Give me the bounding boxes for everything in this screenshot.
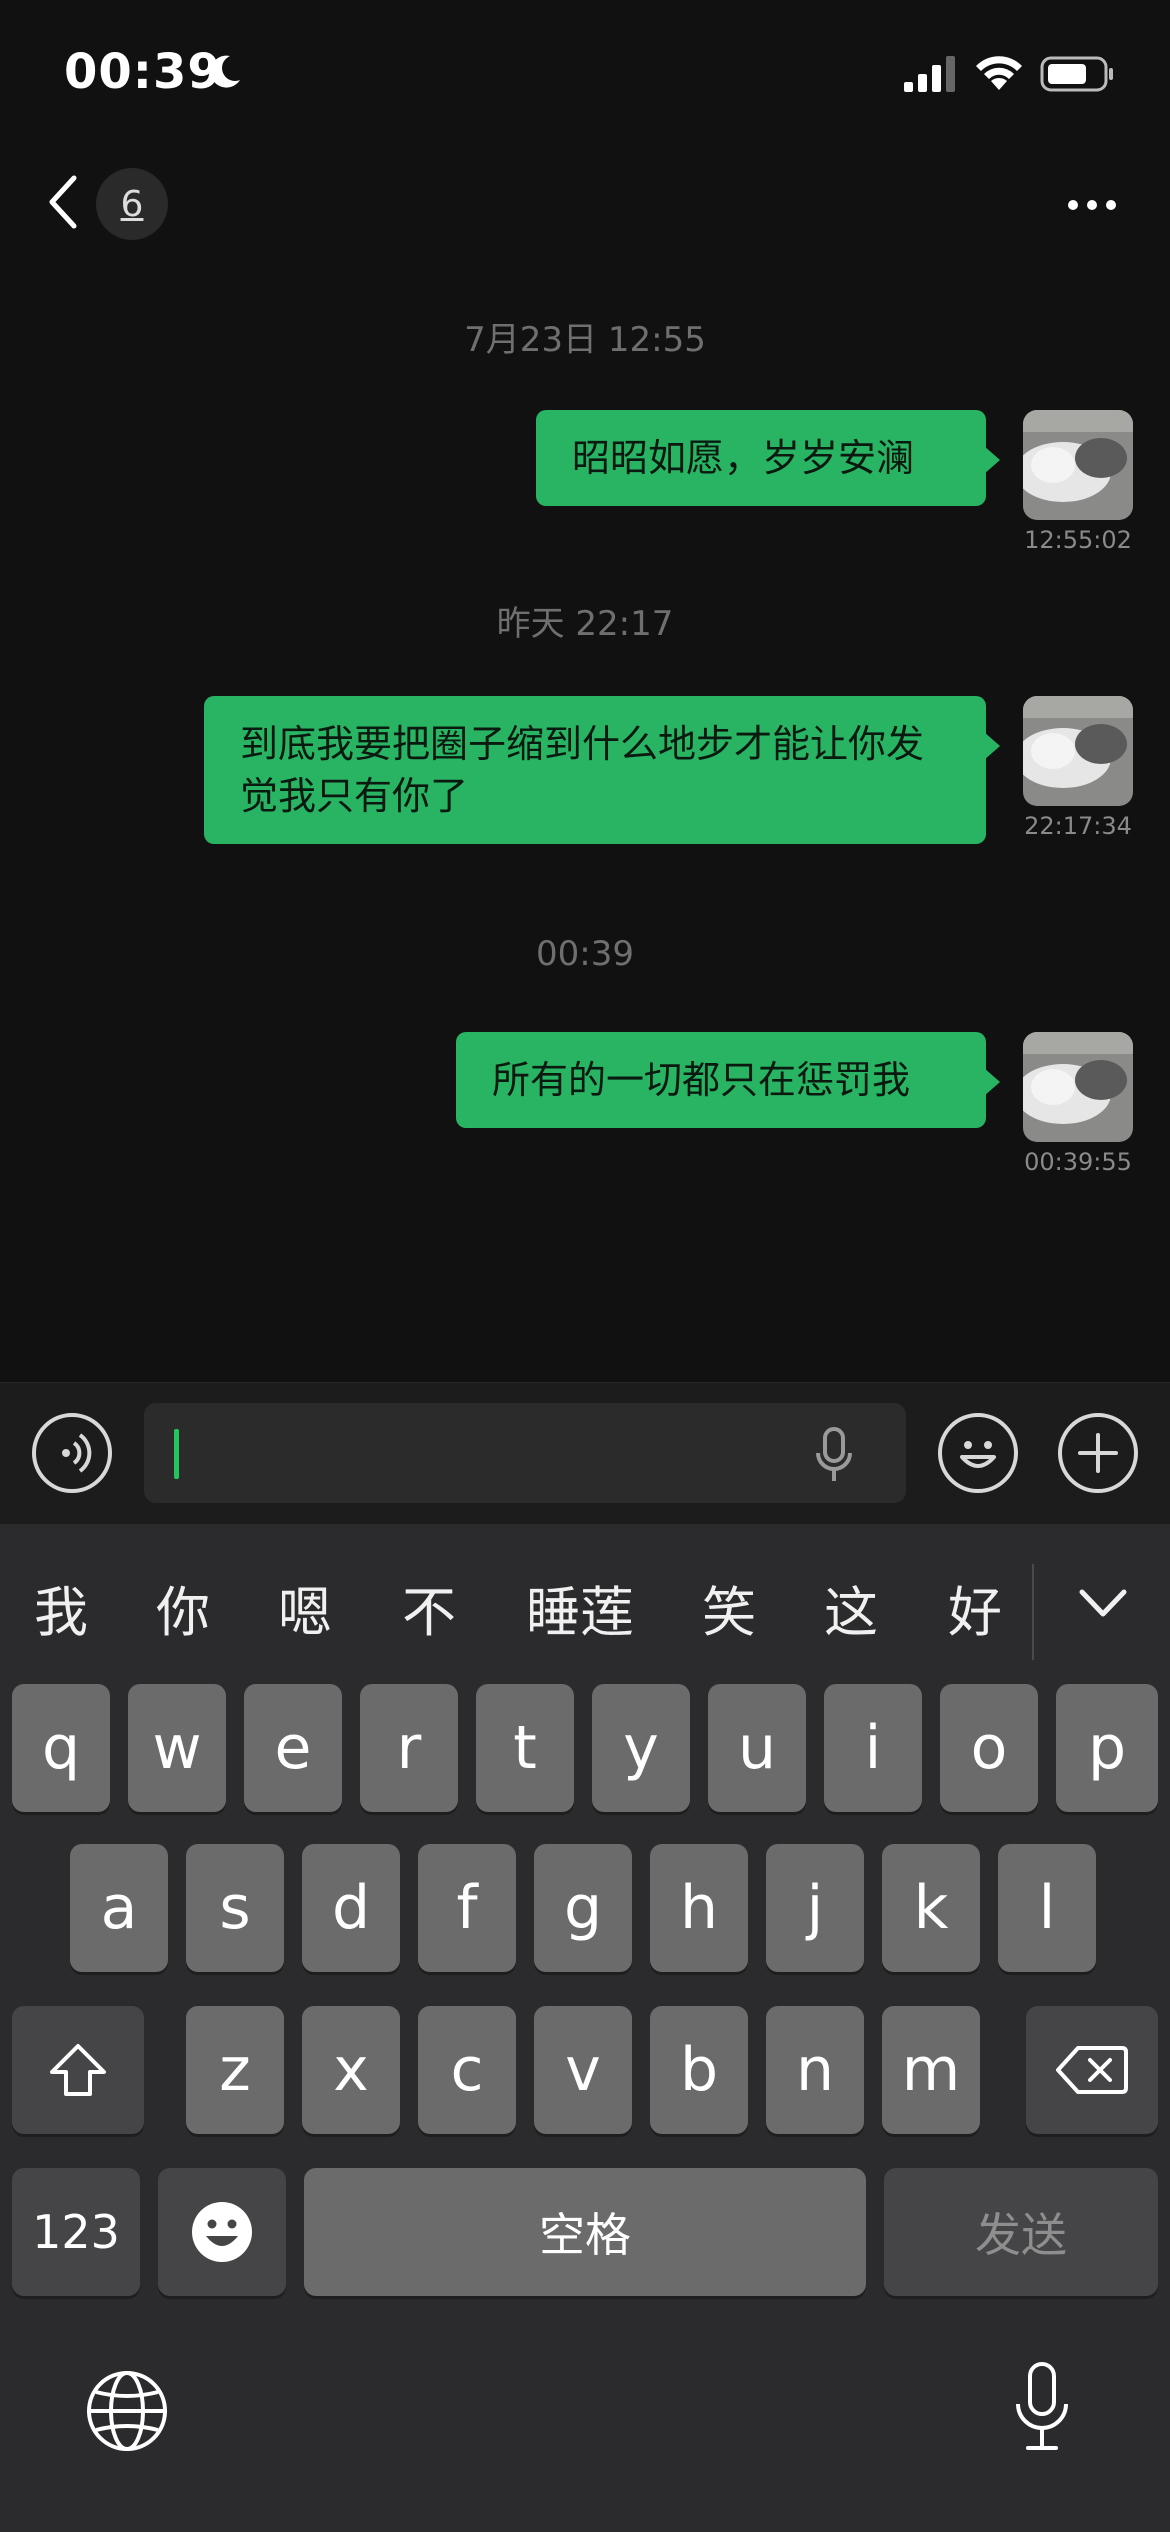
message-row: 到底我要把圈子缩到什么地步才能让你发觉我只有你了 22:17:34 <box>204 696 1134 844</box>
emoji-icon <box>960 1441 996 1468</box>
key-x[interactable]: x <box>302 2006 400 2134</box>
message-bubble[interactable]: 所有的一切都只在惩罚我 <box>456 1032 1000 1128</box>
key-a[interactable]: a <box>70 1844 168 1972</box>
avatar[interactable] <box>1023 410 1133 520</box>
microphone-icon[interactable] <box>1010 2360 1074 2460</box>
candidate-word[interactable]: 你 <box>156 1568 210 1647</box>
delete-key[interactable] <box>1026 2006 1158 2134</box>
status-bar: 00:39 <box>0 0 1170 150</box>
key-j[interactable]: j <box>766 1844 864 1972</box>
key-d[interactable]: d <box>302 1844 400 1972</box>
message-row: 所有的一切都只在惩罚我 00:39:55 <box>456 1032 1134 1176</box>
message-bubble[interactable]: 昭昭如愿，岁岁安澜 <box>536 410 1000 506</box>
key-i[interactable]: i <box>824 1684 922 1812</box>
candidate-word[interactable]: 嗯 <box>278 1568 332 1647</box>
candidate-word[interactable]: 睡莲 <box>526 1568 634 1647</box>
key-g[interactable]: g <box>534 1844 632 1972</box>
message-input[interactable] <box>144 1403 906 1503</box>
avatar[interactable] <box>1023 696 1133 806</box>
key-f[interactable]: f <box>418 1844 516 1972</box>
backspace-icon <box>1056 2046 1128 2094</box>
globe-icon[interactable] <box>84 2368 170 2454</box>
key-p[interactable]: p <box>1056 1684 1158 1812</box>
emoji-icon <box>192 2202 252 2262</box>
key-w[interactable]: w <box>128 1684 226 1812</box>
time-separator: 00:39 <box>536 934 634 974</box>
candidate-word[interactable]: 不 <box>402 1568 456 1647</box>
emoji-button[interactable] <box>938 1413 1018 1493</box>
message-list[interactable]: 7月23日 12:55 昭昭如愿，岁岁安澜 12:55:02 昨天 22:17 … <box>0 270 1170 1380</box>
plus-icon <box>1078 1433 1118 1473</box>
message-row: 昭昭如愿，岁岁安澜 12:55:02 <box>536 410 1134 554</box>
microphone-icon[interactable] <box>812 1425 856 1485</box>
key-z[interactable]: z <box>186 2006 284 2134</box>
keyboard: 我 你 嗯 不 睡莲 笑 这 好 q w e r t y u i o p a s… <box>0 1524 1170 2532</box>
wifi-icon <box>976 56 1022 90</box>
emoji-key[interactable] <box>158 2168 286 2296</box>
input-bar <box>0 1382 1170 1524</box>
plus-button[interactable] <box>1058 1413 1138 1493</box>
candidate-word[interactable]: 笑 <box>702 1568 756 1647</box>
key-q[interactable]: q <box>12 1684 110 1812</box>
numbers-key[interactable]: 123 <box>12 2168 140 2296</box>
key-v[interactable]: v <box>534 2006 632 2134</box>
key-r[interactable]: r <box>360 1684 458 1812</box>
key-m[interactable]: m <box>882 2006 980 2134</box>
key-t[interactable]: t <box>476 1684 574 1812</box>
key-s[interactable]: s <box>186 1844 284 1972</box>
chevron-down-icon[interactable] <box>1078 1584 1128 1624</box>
space-key[interactable]: 空格 <box>304 2168 866 2296</box>
moon-icon <box>210 55 240 88</box>
candidate-bar: 我 你 嗯 不 睡莲 笑 这 好 <box>0 1524 1170 1688</box>
key-l[interactable]: l <box>998 1844 1096 1972</box>
chat-header: 6 <box>0 150 1170 270</box>
key-e[interactable]: e <box>244 1684 342 1812</box>
time-separator: 昨天 22:17 <box>496 604 674 644</box>
unread-count-badge[interactable]: 6 <box>96 168 168 240</box>
message-time: 00:39:55 <box>1024 1148 1132 1176</box>
candidate-word[interactable]: 我 <box>34 1568 88 1647</box>
time-separator: 7月23日 12:55 <box>464 320 706 360</box>
battery-icon <box>1040 56 1113 92</box>
key-o[interactable]: o <box>940 1684 1038 1812</box>
key-u[interactable]: u <box>708 1684 806 1812</box>
key-b[interactable]: b <box>650 2006 748 2134</box>
more-dots-icon[interactable] <box>1066 198 1118 212</box>
shift-key[interactable] <box>12 2006 144 2134</box>
candidate-word[interactable]: 这 <box>824 1568 878 1647</box>
chevron-left-icon[interactable] <box>44 172 84 232</box>
send-key[interactable]: 发送 <box>884 2168 1158 2296</box>
key-h[interactable]: h <box>650 1844 748 1972</box>
status-time: 00:39 <box>64 44 222 100</box>
avatar[interactable] <box>1023 1032 1133 1142</box>
key-c[interactable]: c <box>418 2006 516 2134</box>
key-k[interactable]: k <box>882 1844 980 1972</box>
key-n[interactable]: n <box>766 2006 864 2134</box>
message-bubble[interactable]: 到底我要把圈子缩到什么地步才能让你发觉我只有你了 <box>204 696 1000 844</box>
cellular-signal-icon <box>904 56 955 92</box>
message-time: 22:17:34 <box>1024 812 1132 840</box>
key-y[interactable]: y <box>592 1684 690 1812</box>
text-cursor <box>174 1429 179 1479</box>
voice-mode-button[interactable] <box>32 1413 112 1493</box>
divider <box>1032 1564 1034 1660</box>
message-time: 12:55:02 <box>1024 526 1132 554</box>
candidate-word[interactable]: 好 <box>948 1568 1002 1647</box>
shift-icon <box>50 2044 106 2096</box>
voice-mode-icon <box>62 1433 92 1473</box>
